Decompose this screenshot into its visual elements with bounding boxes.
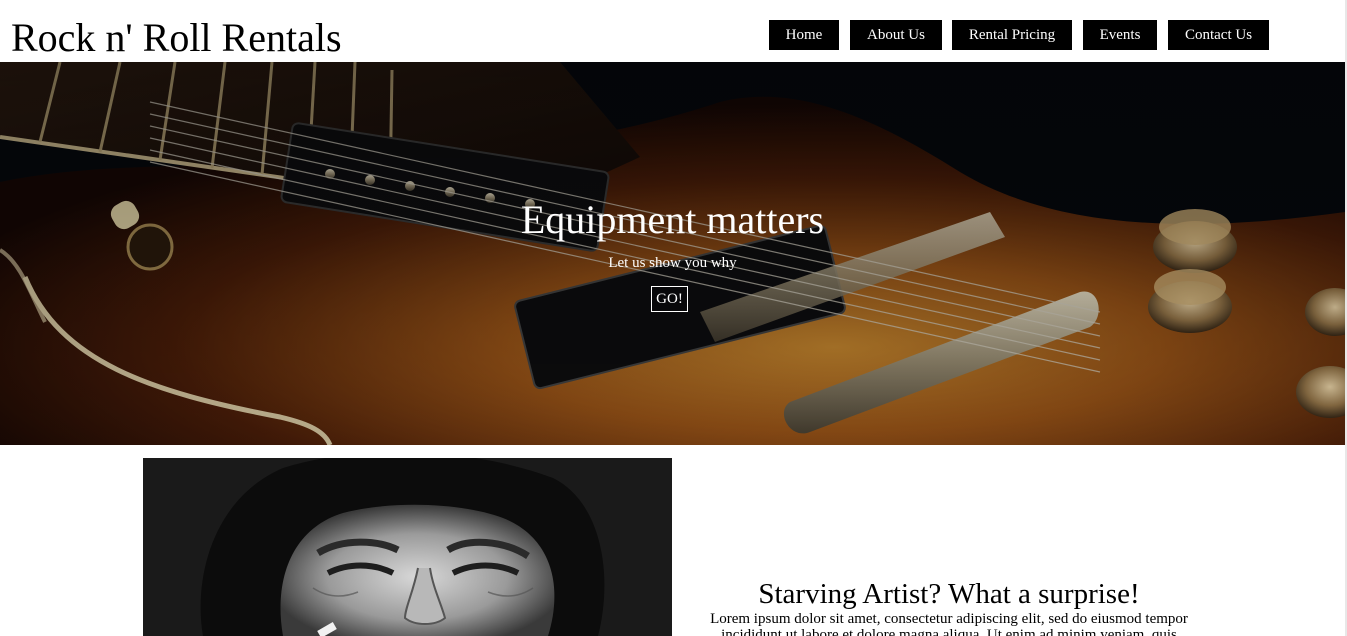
- hero-banner: Equipment matters Let us show you why GO…: [0, 62, 1345, 445]
- artist-photo: [143, 458, 672, 636]
- nav-item-home[interactable]: Home: [769, 20, 839, 50]
- nav-item-rental-pricing[interactable]: Rental Pricing: [952, 20, 1072, 50]
- page: Rock n' Roll Rentals Home About Us Renta…: [0, 0, 1347, 636]
- nav-item-about-us[interactable]: About Us: [850, 20, 942, 50]
- nav-item-contact-us[interactable]: Contact Us: [1168, 20, 1269, 50]
- nav-item-events[interactable]: Events: [1083, 20, 1157, 50]
- smiling-man-photo: [143, 458, 672, 636]
- hero-subtitle: Let us show you why: [608, 255, 737, 271]
- hero-title: Equipment matters: [520, 197, 825, 242]
- section-body: Lorem ipsum dolor sit amet, consectetur …: [710, 611, 1188, 636]
- site-title[interactable]: Rock n' Roll Rentals: [11, 14, 342, 62]
- section-title: Starving Artist? What a surprise!: [758, 578, 1140, 610]
- go-button[interactable]: GO!: [651, 286, 688, 312]
